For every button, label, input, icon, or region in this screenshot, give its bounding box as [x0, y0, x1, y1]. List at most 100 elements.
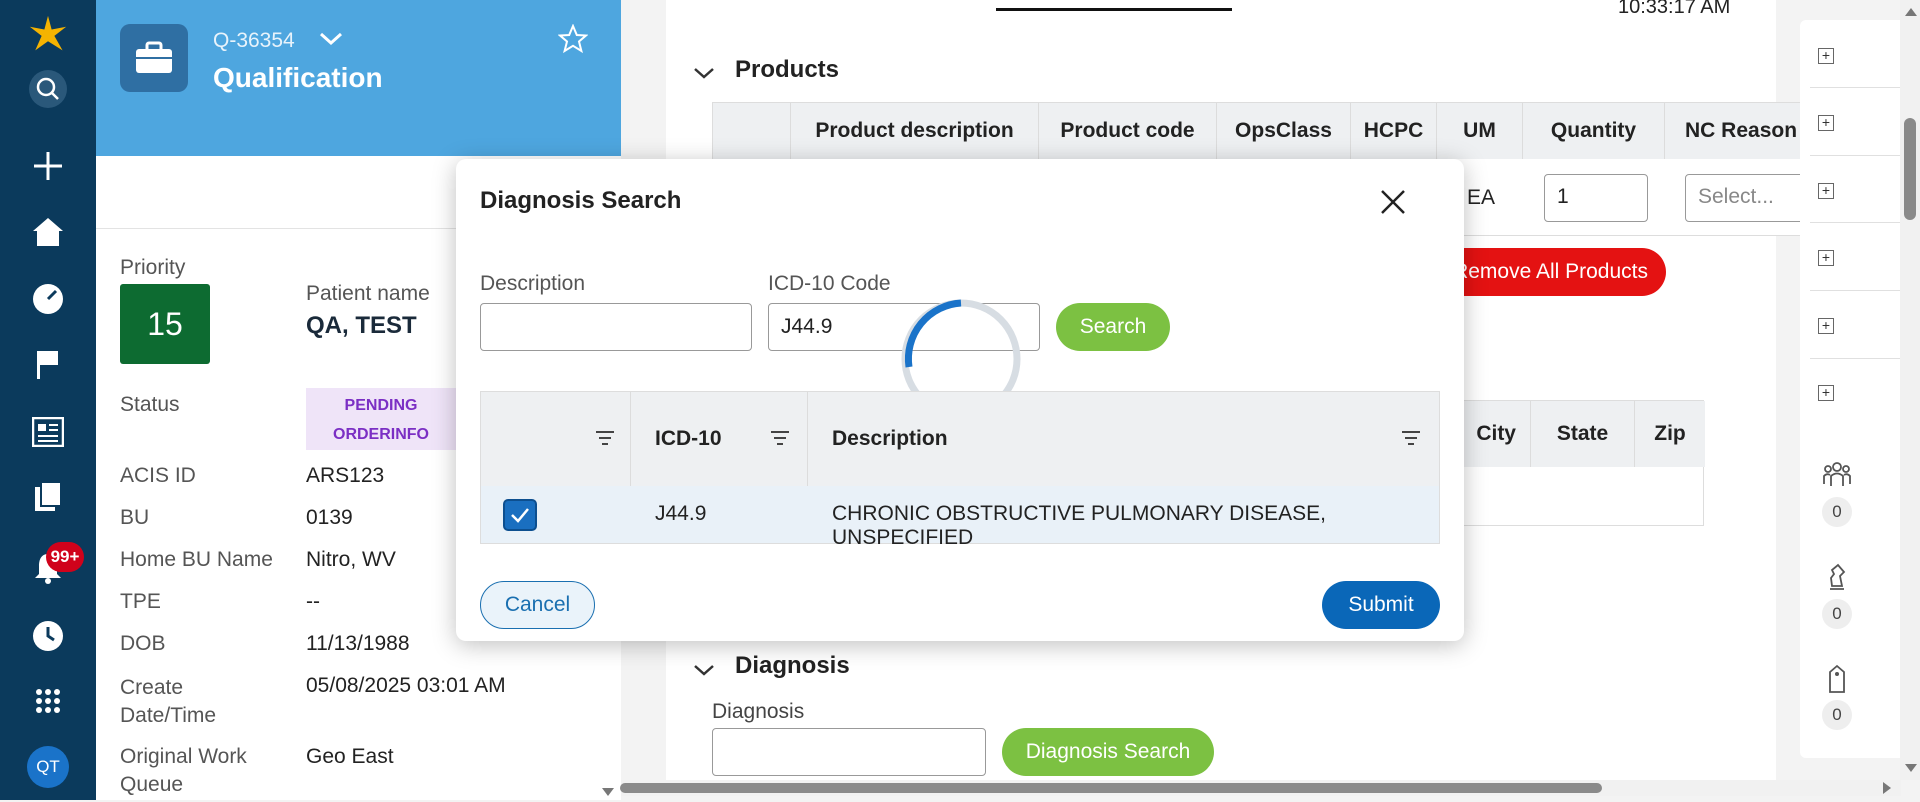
tpe-value: -- [306, 590, 320, 613]
diagnosis-label: Diagnosis [712, 700, 805, 723]
diagnosis-search-button[interactable]: Diagnosis Search [1002, 728, 1214, 776]
tag-count: 0 [1822, 700, 1852, 730]
chess-knight-icon[interactable] [1824, 562, 1850, 597]
close-icon[interactable] [1376, 185, 1410, 219]
products-col-header[interactable]: Product description [791, 103, 1039, 159]
status-label: Status [120, 393, 180, 416]
timestamp: 10:33:17 AM [1618, 0, 1731, 18]
results-grid: ICD-10 Description J44.9 CHRONIC OBSTRUC… [480, 391, 1440, 549]
products-col-header[interactable]: Product code [1039, 103, 1217, 159]
scroll-down-arrow-icon[interactable] [1904, 760, 1918, 778]
row-icd-code: J44.9 [655, 502, 707, 525]
acis-id-label: ACIS ID [120, 464, 196, 487]
expand-plus-icon[interactable]: + [1818, 385, 1834, 401]
work-queue-value: Geo East [306, 745, 394, 768]
scroll-right-arrow-icon[interactable] [1882, 781, 1892, 800]
products-col-header[interactable]: OpsClass [1217, 103, 1351, 159]
state-col-header[interactable]: State [1531, 401, 1635, 467]
active-tab-indicator [996, 8, 1232, 11]
chevron-down-icon[interactable] [318, 29, 344, 54]
table-row[interactable]: J44.9 CHRONIC OBSTRUCTIVE PULMONARY DISE… [481, 486, 1439, 549]
description-col-header[interactable]: Description [808, 392, 1439, 486]
checkmark-icon [511, 508, 529, 523]
products-col-header[interactable]: NC Reason [1665, 103, 1801, 159]
history-icon[interactable] [28, 616, 68, 656]
tpe-label: TPE [120, 590, 161, 613]
diagnosis-search-dialog: Diagnosis Search Description ICD-10 Code… [456, 159, 1464, 641]
quote-stage: Qualification [213, 62, 383, 93]
divider [1810, 222, 1902, 223]
products-collapse-icon[interactable] [692, 64, 716, 87]
row-checkbox[interactable] [503, 499, 537, 531]
scroll-up-arrow-icon[interactable] [1904, 4, 1918, 22]
expand-plus-icon[interactable]: + [1818, 318, 1834, 334]
products-col-header[interactable]: Quantity [1523, 103, 1665, 159]
description-label: Description [480, 272, 586, 295]
products-select-header [713, 103, 791, 159]
address-table: City State Zip [1430, 400, 1705, 526]
acis-id-value: ARS123 [306, 464, 385, 487]
diagnosis-input[interactable] [712, 728, 986, 776]
quote-header: Q-36354 Qualification [96, 0, 621, 156]
products-col-header[interactable]: UM [1437, 103, 1523, 159]
news-icon[interactable] [28, 412, 68, 452]
products-col-header[interactable]: HCPC [1351, 103, 1437, 159]
vertical-scrollbar[interactable] [1900, 0, 1920, 780]
submit-button[interactable]: Submit [1322, 581, 1440, 629]
nc-reason-select[interactable]: Select... [1685, 174, 1805, 222]
home-icon[interactable] [28, 212, 68, 252]
divider [1810, 290, 1902, 291]
tag-icon[interactable] [1826, 664, 1848, 699]
home-bu-value: Nitro, WV [306, 548, 396, 571]
expand-plus-icon[interactable]: + [1818, 115, 1834, 131]
expand-plus-icon[interactable]: + [1818, 48, 1834, 64]
patient-name: QA, TEST [306, 312, 417, 339]
row-description: CHRONIC OBSTRUCTIVE PULMONARY DISEASE, U… [832, 502, 1326, 549]
filter-icon[interactable] [1401, 430, 1421, 446]
priority-label: Priority [120, 256, 186, 279]
icd-col-label: ICD-10 [655, 427, 722, 450]
documents-icon[interactable] [28, 477, 68, 517]
notification-badge: 99+ [46, 542, 84, 572]
create-date-value: 05/08/2025 03:01 AM [306, 674, 506, 697]
vertical-scroll-thumb[interactable] [1904, 118, 1916, 220]
apps-grid-icon[interactable] [28, 681, 68, 721]
filter-icon[interactable] [595, 430, 615, 446]
side-nav: 99+ QT [0, 0, 96, 800]
bu-label: BU [120, 506, 150, 529]
expand-plus-icon[interactable]: + [1818, 250, 1834, 266]
briefcase-icon [120, 24, 188, 92]
filter-icon[interactable] [770, 430, 790, 446]
group-icon[interactable] [1822, 460, 1852, 493]
search-icon[interactable] [28, 69, 68, 109]
scroll-down-arrow-icon[interactable] [601, 784, 615, 802]
divider [1810, 358, 1902, 359]
quantity-input[interactable]: 1 [1544, 174, 1648, 222]
description-input[interactable] [480, 303, 752, 351]
cancel-button[interactable]: Cancel [480, 581, 595, 629]
add-icon[interactable] [28, 146, 68, 186]
horizontal-scroll-thumb[interactable] [620, 783, 1602, 793]
flag-icon[interactable] [28, 345, 68, 385]
product-um: EA [1467, 186, 1496, 209]
divider [1810, 87, 1902, 88]
home-bu-label: Home BU Name [120, 548, 273, 571]
knight-count: 0 [1822, 599, 1852, 629]
dob-value: 11/13/1988 [306, 632, 410, 655]
expand-plus-icon[interactable]: + [1818, 183, 1834, 199]
icd-col-header[interactable]: ICD-10 [631, 392, 808, 486]
quote-id: Q-36354 [213, 29, 295, 52]
user-avatar[interactable]: QT [27, 746, 69, 788]
patient-name-label: Patient name [306, 282, 430, 305]
dashboard-icon[interactable] [28, 279, 68, 319]
search-button[interactable]: Search [1056, 303, 1170, 351]
create-date-label: Create Date/Time [120, 676, 217, 727]
work-queue-label: Original Work Queue [120, 745, 247, 796]
right-side-panel [1800, 20, 1908, 758]
icd-code-label: ICD-10 Code [768, 272, 891, 295]
favorite-star-icon[interactable] [557, 23, 589, 59]
logo-star-icon[interactable] [28, 14, 68, 54]
zip-col-header[interactable]: Zip [1635, 401, 1705, 467]
diagnosis-collapse-icon[interactable] [692, 661, 716, 684]
dob-label: DOB [120, 632, 166, 655]
